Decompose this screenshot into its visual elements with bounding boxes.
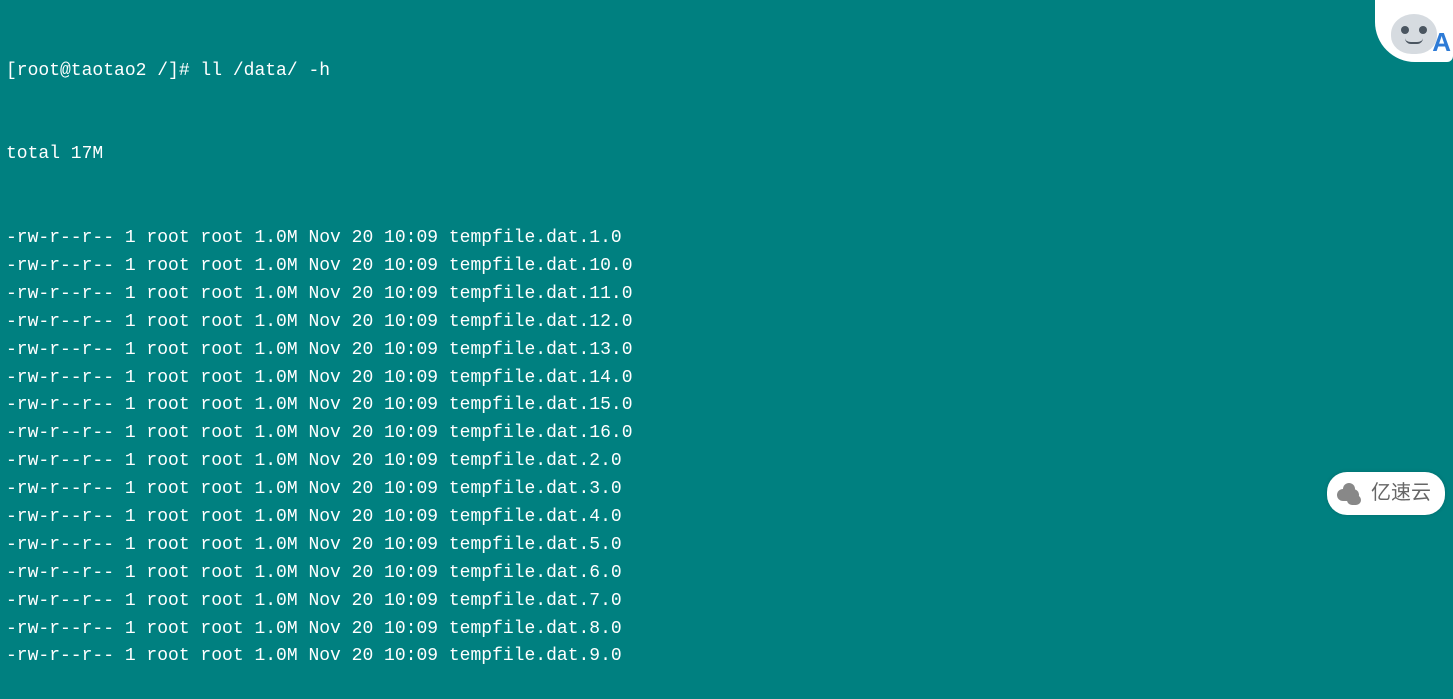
file-row: -rw-r--r-- 1 root root 1.0M Nov 20 10:09… xyxy=(6,337,1447,365)
mascot-letter: A xyxy=(1432,22,1451,62)
watermark-text: 亿速云 xyxy=(1371,478,1431,509)
file-row: -rw-r--r-- 1 root root 1.0M Nov 20 10:09… xyxy=(6,309,1447,337)
command-line: [root@taotao2 /]# ll /data/ -h xyxy=(6,58,1447,86)
file-row: -rw-r--r-- 1 root root 1.0M Nov 20 10:09… xyxy=(6,560,1447,588)
watermark-badge: 亿速云 xyxy=(1327,472,1445,515)
file-row: -rw-r--r-- 1 root root 1.0M Nov 20 10:09… xyxy=(6,532,1447,560)
robot-face-icon xyxy=(1391,14,1437,54)
file-listing: -rw-r--r-- 1 root root 1.0M Nov 20 10:09… xyxy=(6,225,1447,671)
file-row: -rw-r--r-- 1 root root 1.0M Nov 20 10:09… xyxy=(6,476,1447,504)
file-row: -rw-r--r-- 1 root root 1.0M Nov 20 10:09… xyxy=(6,225,1447,253)
cloud-icon xyxy=(1337,481,1363,507)
file-row: -rw-r--r-- 1 root root 1.0M Nov 20 10:09… xyxy=(6,365,1447,393)
file-row: -rw-r--r-- 1 root root 1.0M Nov 20 10:09… xyxy=(6,448,1447,476)
file-row: -rw-r--r-- 1 root root 1.0M Nov 20 10:09… xyxy=(6,504,1447,532)
terminal-output[interactable]: [root@taotao2 /]# ll /data/ -h total 17M… xyxy=(6,2,1447,699)
file-row: -rw-r--r-- 1 root root 1.0M Nov 20 10:09… xyxy=(6,588,1447,616)
file-row: -rw-r--r-- 1 root root 1.0M Nov 20 10:09… xyxy=(6,392,1447,420)
file-row: -rw-r--r-- 1 root root 1.0M Nov 20 10:09… xyxy=(6,281,1447,309)
file-row: -rw-r--r-- 1 root root 1.0M Nov 20 10:09… xyxy=(6,253,1447,281)
file-row: -rw-r--r-- 1 root root 1.0M Nov 20 10:09… xyxy=(6,616,1447,644)
file-row: -rw-r--r-- 1 root root 1.0M Nov 20 10:09… xyxy=(6,643,1447,671)
total-line: total 17M xyxy=(6,141,1447,169)
file-row: -rw-r--r-- 1 root root 1.0M Nov 20 10:09… xyxy=(6,420,1447,448)
